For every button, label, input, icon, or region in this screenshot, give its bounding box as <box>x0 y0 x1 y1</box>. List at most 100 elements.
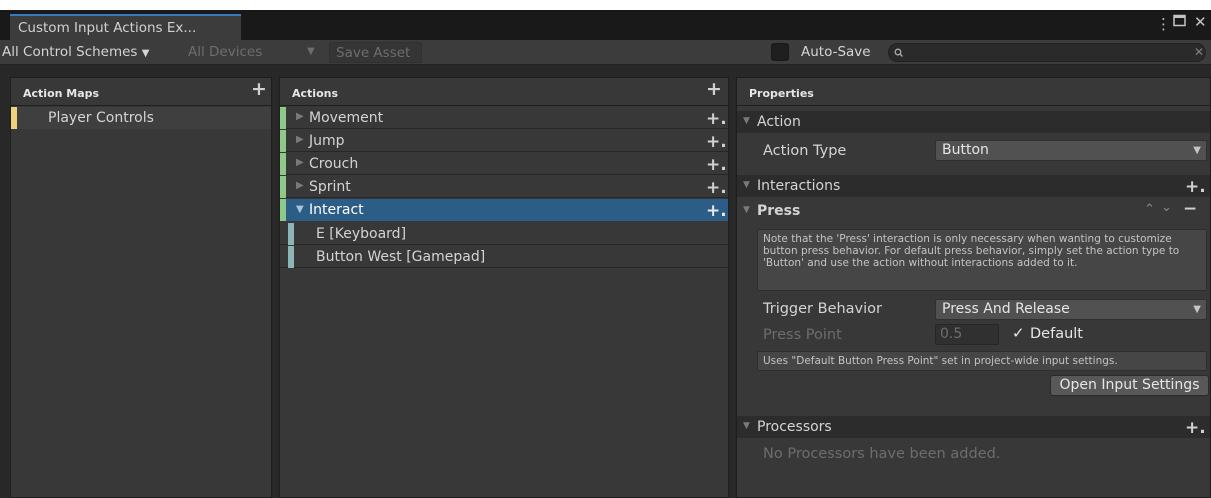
auto-save-checkbox[interactable] <box>771 43 789 61</box>
binding-row[interactable]: E [Keyboard] <box>280 223 728 245</box>
press-interaction-label: Press <box>757 203 801 219</box>
trigger-behavior-label: Trigger Behavior <box>763 301 883 317</box>
action-color-bar <box>280 107 286 129</box>
action-row-crouch[interactable]: ▶ Crouch +. <box>280 153 728 175</box>
press-point-field[interactable]: 0.5 <box>935 324 999 345</box>
open-input-settings-label: Open Input Settings <box>1059 377 1200 393</box>
add-binding-button[interactable]: +. <box>706 157 727 174</box>
action-map-color-bar <box>11 107 17 129</box>
press-help-box: Note that the 'Press' interaction is onl… <box>757 229 1207 291</box>
list-item[interactable]: Player Controls <box>11 107 271 129</box>
collapse-arrow-icon[interactable]: ▼ <box>296 204 304 215</box>
devices-label: All Devices <box>188 44 263 60</box>
action-section-label: Action <box>757 114 801 130</box>
action-label: Jump <box>309 133 345 149</box>
devices-dropdown[interactable]: All Devices <box>188 44 262 60</box>
add-binding-button[interactable]: +. <box>706 134 727 151</box>
press-interaction-header[interactable]: ▼ Press ⌃ ⌄ − <box>737 199 1210 222</box>
processors-section-header[interactable]: ▼ Processors +. <box>737 416 1210 438</box>
chevron-down-icon: ▼ <box>1193 145 1201 156</box>
expand-arrow-icon[interactable]: ▶ <box>296 134 304 145</box>
binding-color-bar <box>288 223 294 245</box>
close-icon[interactable]: ✕ <box>1194 13 1207 31</box>
control-scheme-label: All Control Schemes <box>2 44 138 60</box>
binding-row[interactable]: Button West [Gamepad] <box>280 246 728 268</box>
press-point-label: Press Point <box>763 327 842 343</box>
add-binding-button[interactable]: +. <box>706 203 727 220</box>
action-label: Movement <box>309 110 384 126</box>
trigger-behavior-value: Press And Release <box>942 301 1070 317</box>
chevron-down-icon: ▼ <box>1193 304 1201 315</box>
interactions-section-header[interactable]: ▼ Interactions +. <box>737 175 1210 197</box>
action-maps-panel: Action Maps + Player Controls <box>10 77 272 498</box>
action-row-sprint[interactable]: ▶ Sprint +. <box>280 176 728 198</box>
action-label: Crouch <box>309 156 359 172</box>
auto-save-label: Auto-Save <box>801 44 871 60</box>
add-binding-button[interactable]: +. <box>706 180 727 197</box>
action-row-jump[interactable]: ▶ Jump +. <box>280 130 728 152</box>
expand-arrow-icon[interactable]: ▶ <box>296 180 304 191</box>
collapse-arrow-icon: ▼ <box>743 205 750 215</box>
properties-header: Properties <box>737 78 1210 106</box>
action-row-interact[interactable]: ▼ Interact +. <box>280 199 728 221</box>
action-maps-title: Action Maps <box>23 87 100 100</box>
processors-section-label: Processors <box>757 419 832 435</box>
action-section-header[interactable]: ▼ Action <box>737 111 1210 133</box>
action-type-value: Button <box>942 142 989 158</box>
kebab-menu-icon[interactable]: ⋮ <box>1156 15 1171 33</box>
press-help-text: Note that the 'Press' interaction is onl… <box>763 233 1180 269</box>
action-type-dropdown[interactable]: Button ▼ <box>935 140 1207 161</box>
action-label: Interact <box>309 202 364 218</box>
collapse-arrow-icon: ▼ <box>743 421 750 431</box>
action-map-label: Player Controls <box>48 110 154 126</box>
actions-panel: Actions + ▶ Movement +. ▶ Jump +. ▶ Crou… <box>279 77 729 498</box>
control-scheme-dropdown[interactable]: All Control Schemes ▼ <box>2 44 149 60</box>
action-color-bar <box>280 176 286 198</box>
collapse-arrow-icon: ▼ <box>743 116 750 126</box>
open-input-settings-button[interactable]: Open Input Settings <box>1050 375 1209 396</box>
save-asset-button[interactable]: Save Asset <box>329 42 422 63</box>
properties-panel: Properties ▼ Action Action Type Button ▼… <box>736 77 1211 498</box>
default-checkbox[interactable]: ✓ <box>1012 324 1025 342</box>
press-point-value: 0.5 <box>940 326 963 342</box>
expand-arrow-icon[interactable]: ▶ <box>296 157 304 168</box>
add-binding-button[interactable]: +. <box>706 111 727 128</box>
search-icon <box>894 44 904 64</box>
action-label: Sprint <box>309 179 351 195</box>
expand-arrow-icon[interactable]: ▶ <box>296 111 304 122</box>
remove-interaction-button[interactable]: − <box>1183 199 1197 219</box>
window-tab-title: Custom Input Actions Ex... <box>18 20 197 36</box>
move-up-icon[interactable]: ⌃ <box>1144 202 1155 217</box>
title-bar: Custom Input Actions Ex... ⋮ ✕ <box>0 10 1211 40</box>
actions-header: Actions + <box>280 78 728 106</box>
maximize-icon[interactable] <box>1173 13 1186 31</box>
no-processors-text: No Processors have been added. <box>763 446 1001 462</box>
actions-title: Actions <box>292 87 338 100</box>
binding-color-bar <box>288 246 294 268</box>
action-color-bar <box>280 199 286 221</box>
clear-search-icon[interactable]: ✕ <box>1194 45 1204 59</box>
top-margin <box>0 0 1211 10</box>
input-actions-editor-window: Custom Input Actions Ex... ⋮ ✕ All Contr… <box>0 0 1211 498</box>
toolbar: All Control Schemes ▼ All Devices ▼ Save… <box>0 40 1211 65</box>
chevron-down-icon: ▼ <box>141 48 150 59</box>
trigger-behavior-dropdown[interactable]: Press And Release ▼ <box>935 299 1207 320</box>
search-input[interactable]: ✕ <box>888 43 1206 62</box>
interactions-section-label: Interactions <box>757 178 841 194</box>
add-interaction-button[interactable]: +. <box>1185 179 1206 196</box>
add-action-map-button[interactable]: + <box>251 80 267 99</box>
press-point-help-box: Uses "Default Button Press Point" set in… <box>757 351 1207 371</box>
move-down-icon[interactable]: ⌄ <box>1161 200 1172 215</box>
add-action-button[interactable]: + <box>706 80 722 99</box>
press-point-help-text: Uses "Default Button Press Point" set in… <box>763 355 1118 367</box>
action-row-movement[interactable]: ▶ Movement +. <box>280 107 728 129</box>
add-processor-button[interactable]: +. <box>1185 420 1206 437</box>
binding-label: Button West [Gamepad] <box>316 249 486 265</box>
properties-title: Properties <box>749 87 814 100</box>
default-label: Default <box>1030 326 1083 342</box>
collapse-arrow-icon: ▼ <box>743 180 750 190</box>
window-tab[interactable]: Custom Input Actions Ex... <box>10 14 241 40</box>
chevron-down-icon: ▼ <box>307 46 315 57</box>
action-maps-header: Action Maps + <box>11 78 271 106</box>
action-type-label: Action Type <box>763 143 847 159</box>
